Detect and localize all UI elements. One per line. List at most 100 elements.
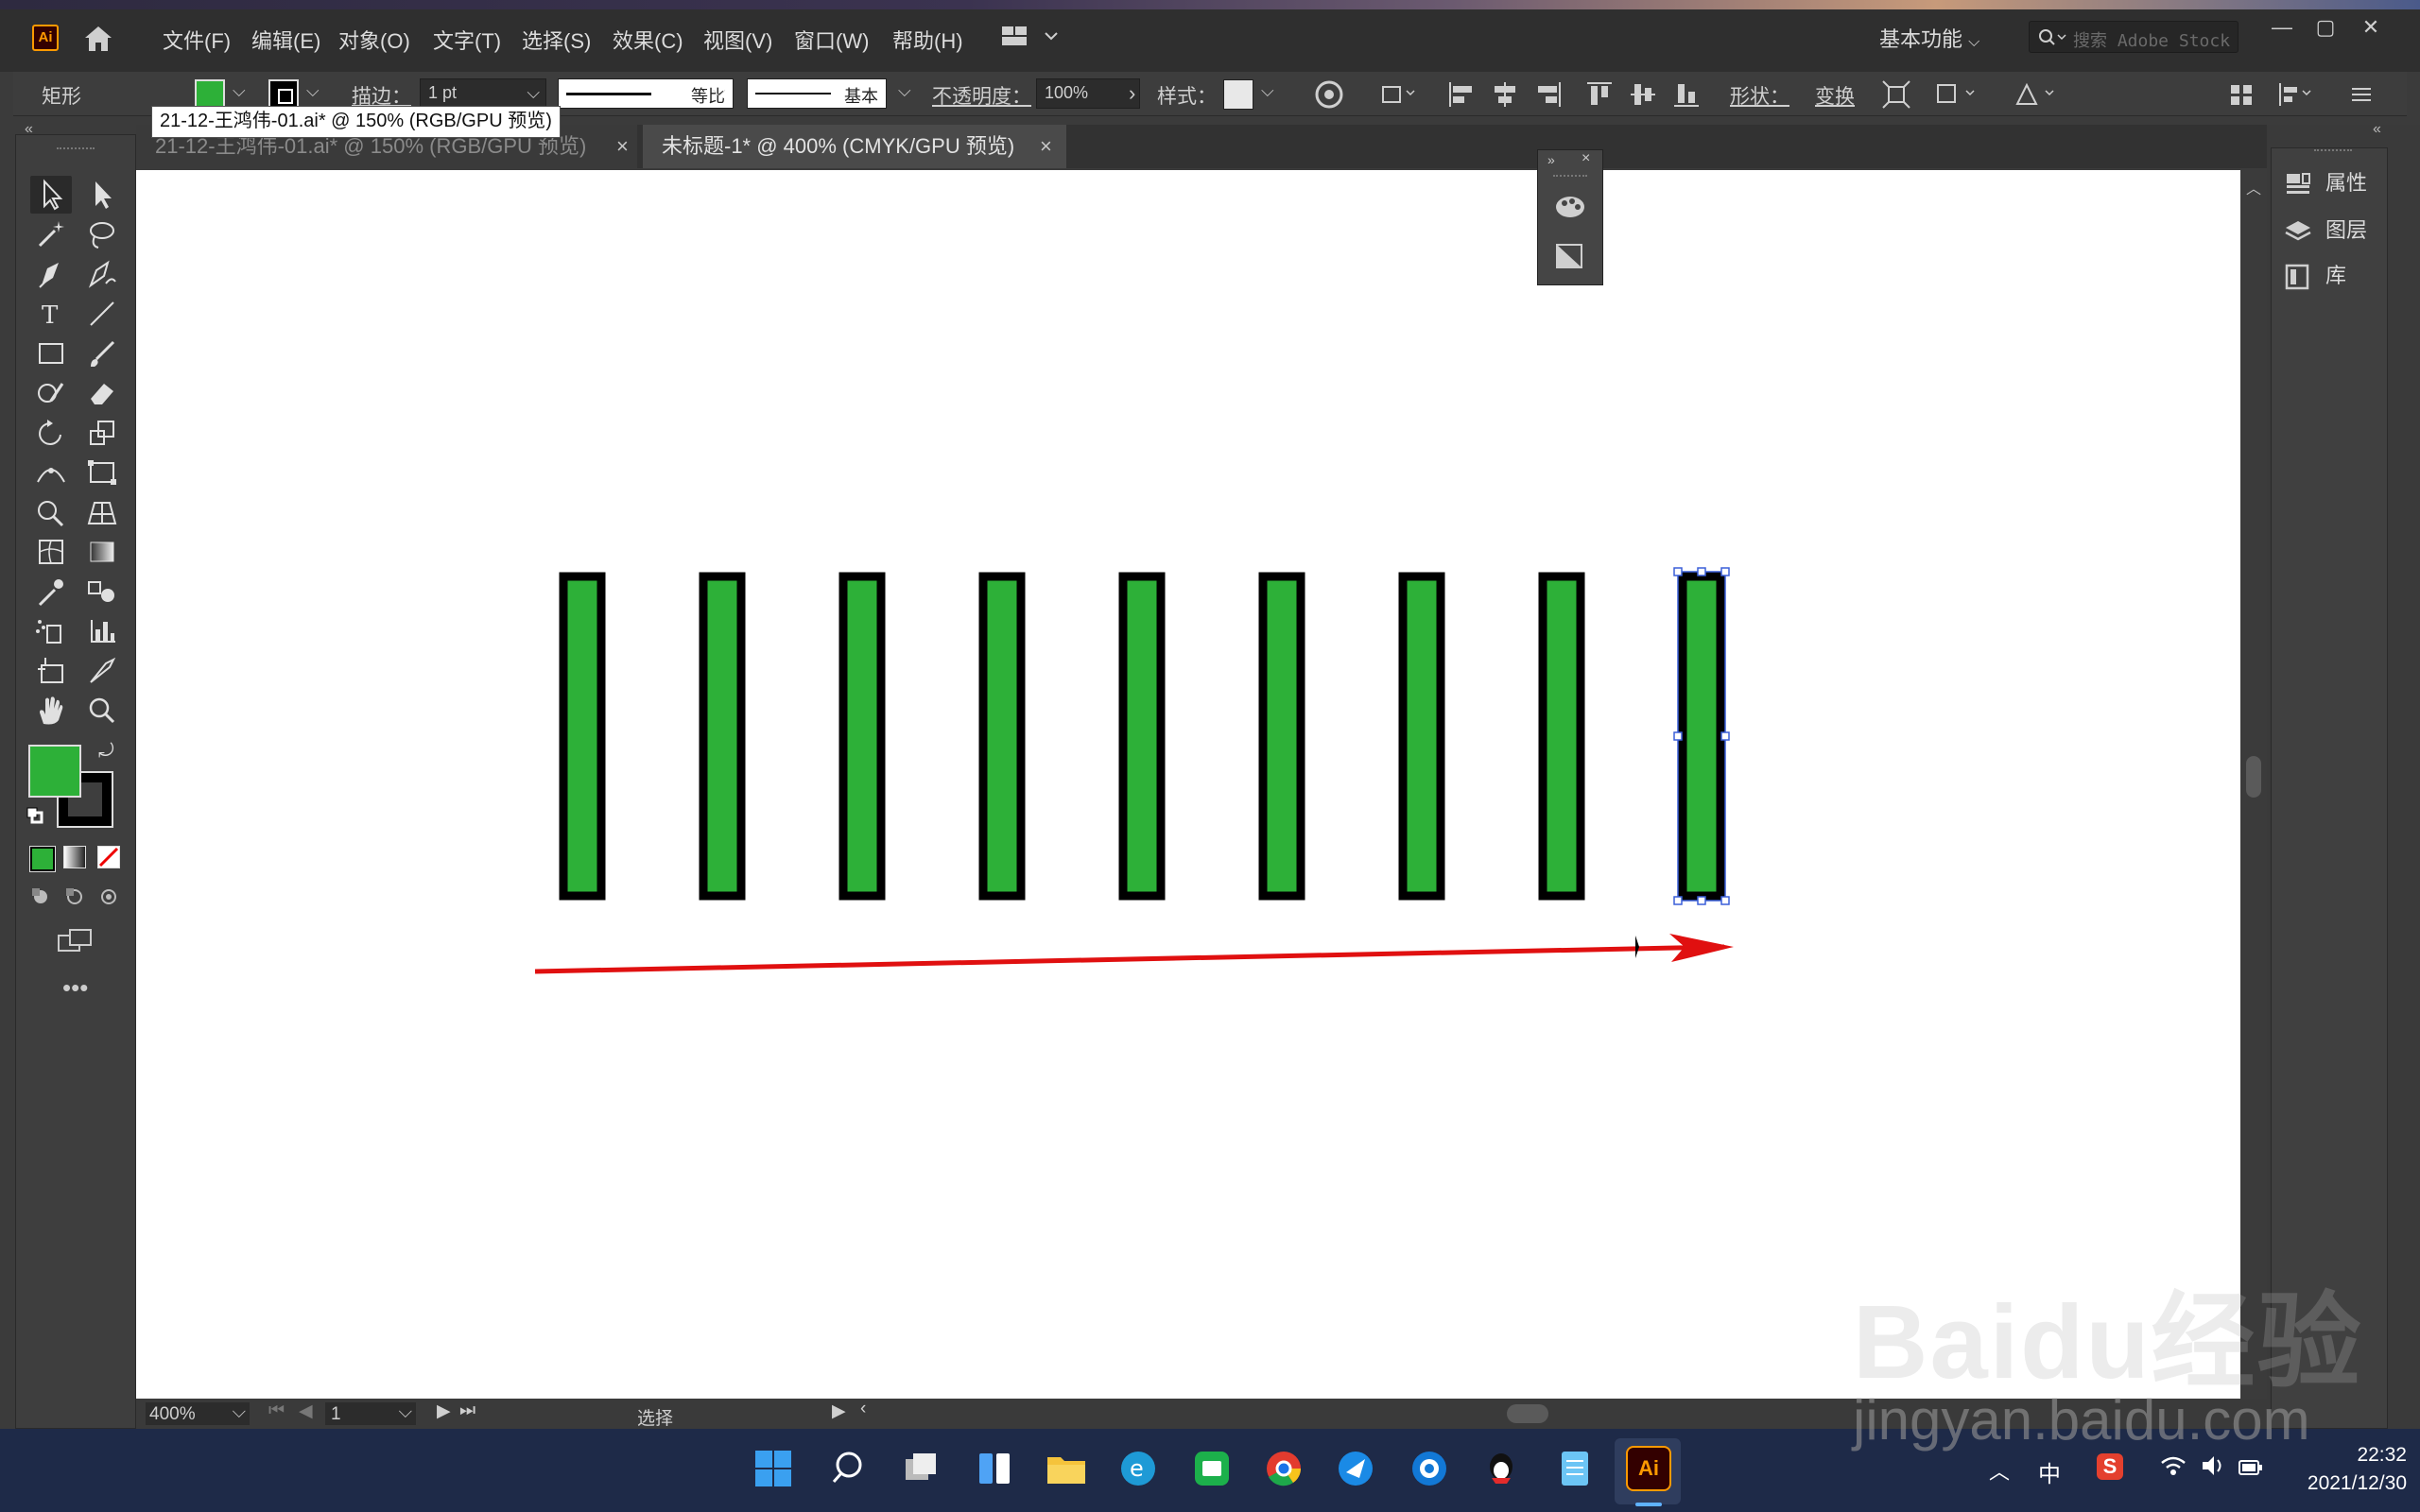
draw-normal-icon[interactable] [30, 886, 51, 907]
transparency-icon[interactable] [1553, 241, 1587, 276]
horizontal-scroll-thumb[interactable] [1507, 1404, 1548, 1423]
cloud-app-icon[interactable] [1407, 1446, 1452, 1491]
snap-options-icon[interactable] [2014, 79, 2054, 110]
arrange-documents-button[interactable] [1000, 25, 1061, 54]
next-artboard-icon[interactable]: ▶ [437, 1400, 451, 1422]
menu-file[interactable]: 文件(F) [163, 25, 231, 55]
puppet-warp-icon[interactable] [1934, 79, 1975, 110]
scale-tool-icon[interactable] [81, 414, 123, 452]
align-right-icon[interactable] [1533, 79, 1564, 110]
selection-handle[interactable] [1697, 567, 1706, 576]
perspective-grid-tool-icon[interactable] [81, 493, 123, 531]
column-graph-tool-icon[interactable] [81, 612, 123, 650]
type-tool-icon[interactable]: T [30, 295, 72, 333]
wifi-icon[interactable] [2159, 1452, 2187, 1485]
lasso-tool-icon[interactable] [81, 215, 123, 253]
menu-edit[interactable]: 编辑(E) [251, 25, 320, 55]
selection-handle[interactable] [1673, 567, 1683, 576]
isolate-group-icon[interactable] [1881, 79, 1911, 110]
selection-handle[interactable] [1720, 896, 1730, 905]
menu-effect[interactable]: 效果(C) [613, 25, 683, 55]
arrange-panel-icon[interactable] [2227, 79, 2257, 110]
width-tool-icon[interactable] [30, 454, 72, 491]
green-rectangle[interactable] [699, 572, 746, 901]
last-artboard-icon[interactable]: ⏭ [459, 1400, 475, 1421]
clock-date[interactable]: 2021/12/30 [2282, 1472, 2407, 1495]
zoom-level-field[interactable]: 400% ⌵ [146, 1402, 250, 1425]
tab-document-2[interactable]: 未标题-1* @ 400% (CMYK/GPU 预览) × [643, 125, 1066, 168]
chrome-icon[interactable] [1261, 1446, 1306, 1491]
stroke-weight-field[interactable]: 1 pt ⌵ [420, 78, 546, 109]
show-hidden-icons[interactable]: ︿ [1989, 1455, 2010, 1486]
minimize-button[interactable]: — [2263, 15, 2301, 43]
distribute-icon[interactable] [2276, 79, 2311, 110]
selection-handle[interactable] [1673, 896, 1683, 905]
edit-toolbar-icon[interactable]: ••• [62, 973, 88, 1003]
adobe-stock-search[interactable]: 搜索 Adobe Stock [2029, 21, 2238, 53]
task-view-icon[interactable] [898, 1446, 943, 1491]
selection-handle[interactable] [1697, 896, 1706, 905]
shape-label[interactable]: 形状： [1730, 81, 1789, 110]
green-rectangle[interactable] [1118, 572, 1166, 901]
messaging-app-icon[interactable] [1189, 1446, 1235, 1491]
variable-width-profile[interactable]: 等比 [558, 78, 734, 109]
libraries-panel-button[interactable]: 库 [2284, 259, 2346, 290]
selection-handle[interactable] [1720, 731, 1730, 741]
battery-icon[interactable] [2237, 1453, 2265, 1486]
align-bottom-icon[interactable] [1671, 79, 1702, 110]
green-rectangle[interactable] [1398, 572, 1445, 901]
artboard-tool-icon[interactable] [30, 652, 72, 690]
collapse-toolbar-icon[interactable]: « [25, 121, 33, 138]
rectangle-tool-icon[interactable] [30, 335, 72, 372]
clock-time[interactable]: 22:32 [2335, 1444, 2407, 1467]
hand-tool-icon[interactable] [30, 692, 72, 730]
color-guide-icon[interactable] [1553, 192, 1587, 227]
menu-select[interactable]: 选择(S) [522, 25, 591, 55]
artboard-number-field[interactable]: 1 ⌵ [325, 1402, 416, 1425]
align-top-icon[interactable] [1584, 79, 1615, 110]
green-rectangle[interactable] [1258, 572, 1305, 901]
workspace-switcher[interactable]: 基本功能 ⌵ [1879, 23, 1979, 53]
home-icon[interactable] [81, 23, 115, 55]
menu-help[interactable]: 帮助(H) [892, 25, 963, 55]
bird-app-icon[interactable] [1333, 1446, 1378, 1491]
qq-icon[interactable] [1478, 1446, 1524, 1491]
shaper-tool-icon[interactable] [30, 374, 72, 412]
volume-icon[interactable] [2199, 1452, 2227, 1485]
style-dropdown[interactable]: ⌵ [1261, 81, 1274, 101]
eyedropper-tool-icon[interactable] [30, 573, 72, 610]
eraser-tool-icon[interactable] [81, 374, 123, 412]
sogou-input-icon[interactable]: S [2097, 1453, 2123, 1480]
properties-panel-button[interactable]: 属性 [2284, 166, 2367, 198]
slice-tool-icon[interactable] [81, 652, 123, 690]
paintbrush-tool-icon[interactable] [81, 335, 123, 372]
draw-behind-icon[interactable] [64, 886, 85, 907]
graphic-style-swatch[interactable] [1223, 79, 1253, 110]
scrollbar-thumb[interactable] [2246, 756, 2261, 798]
symbol-sprayer-tool-icon[interactable] [30, 612, 72, 650]
gradient-tool-icon[interactable] [81, 533, 123, 571]
green-rectangle[interactable] [978, 572, 1026, 901]
opacity-field[interactable]: 100% [1036, 78, 1140, 109]
menu-window[interactable]: 窗口(W) [794, 25, 869, 55]
align-hcenter-icon[interactable] [1490, 79, 1520, 110]
opacity-stepper[interactable]: › [1129, 81, 1135, 106]
status-menu-icon[interactable]: ▶ [832, 1400, 846, 1422]
none-mode-icon[interactable] [97, 846, 120, 868]
scroll-up-icon[interactable]: ︿ [2246, 176, 2261, 198]
default-fill-stroke-icon[interactable] [26, 807, 43, 824]
widgets-icon[interactable] [972, 1446, 1017, 1491]
align-to-icon[interactable] [1380, 79, 1415, 110]
profile-dropdown[interactable]: ⌵ [713, 81, 726, 101]
close-panel-icon[interactable]: × [1582, 150, 1590, 167]
stroke-dropdown[interactable]: ⌵ [306, 81, 320, 101]
close-window-button[interactable]: ✕ [2352, 15, 2390, 43]
prev-artboard-icon[interactable]: ◀ [299, 1400, 313, 1422]
menu-type[interactable]: 文字(T) [433, 25, 501, 55]
close-tab-icon[interactable]: × [1040, 125, 1052, 168]
shape-builder-tool-icon[interactable] [30, 493, 72, 531]
illustrator-taskbar-icon[interactable]: Ai [1626, 1446, 1671, 1491]
start-icon[interactable] [751, 1446, 796, 1491]
panel-menu-icon[interactable] [2346, 79, 2377, 110]
layers-panel-button[interactable]: 图层 [2284, 214, 2367, 245]
